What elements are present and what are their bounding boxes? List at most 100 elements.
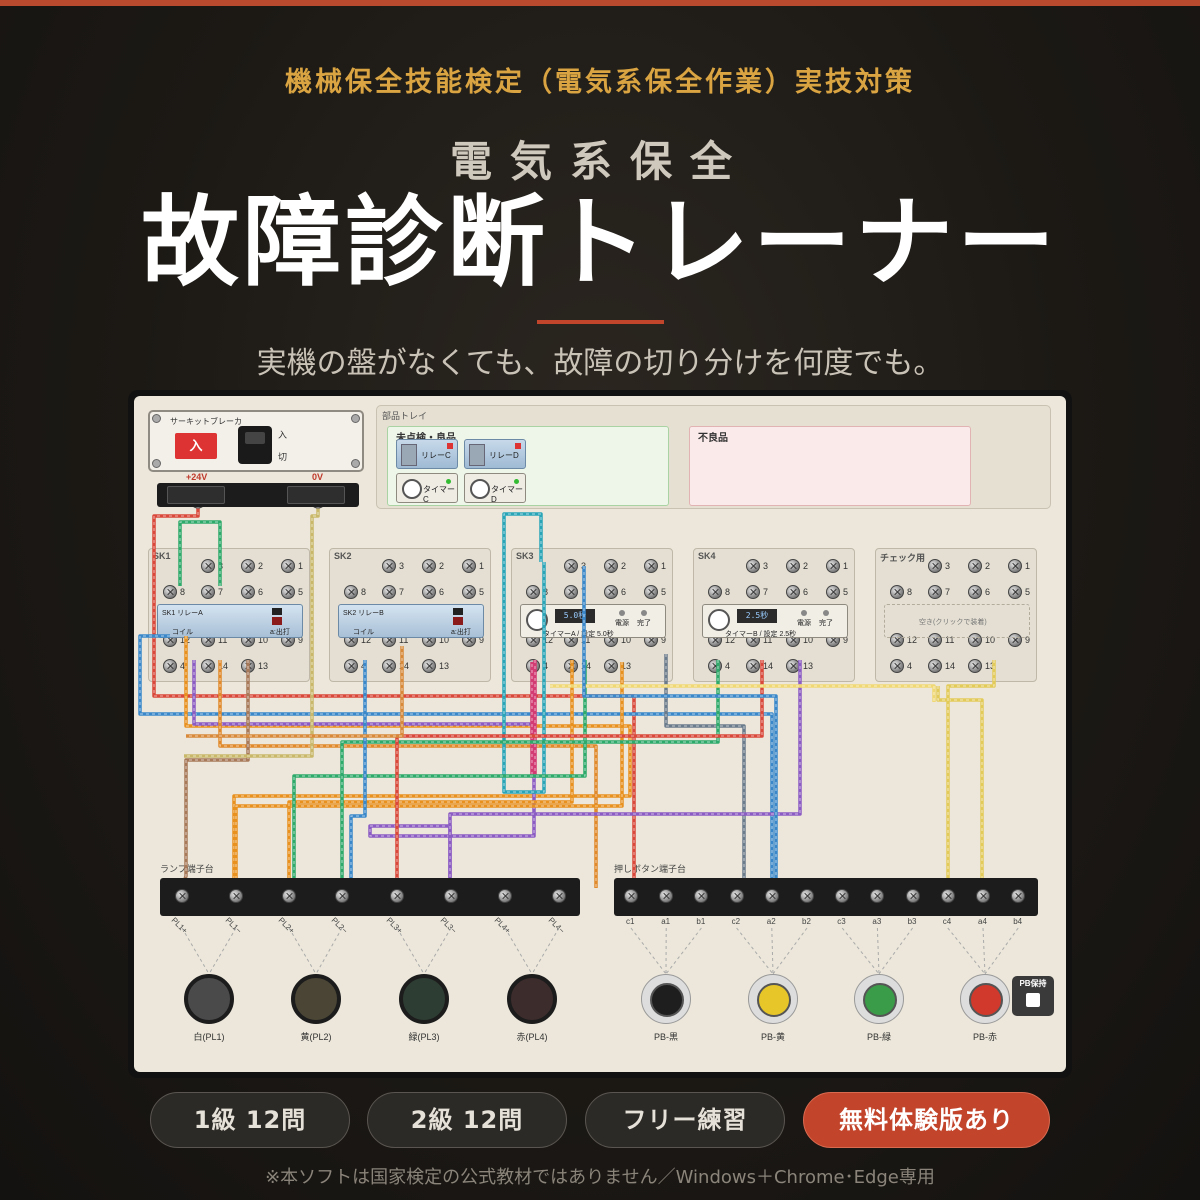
- grade2-button[interactable]: 2級 12問: [367, 1092, 567, 1148]
- push-button[interactable]: [854, 974, 904, 1024]
- push-button-cap[interactable]: [757, 983, 791, 1017]
- timer-device[interactable]: 2.5秒 電源 完了 タイマーB / 設定 2.5秒: [702, 604, 848, 638]
- socket-terminal[interactable]: [746, 585, 760, 599]
- socket-terminal[interactable]: [344, 659, 358, 673]
- relay-device[interactable]: SK1 リレーA コイル a:出打: [157, 604, 303, 638]
- pb-terminal[interactable]: [800, 889, 814, 903]
- done-indicator: [641, 610, 647, 616]
- timer-device[interactable]: 5.0秒 電源 完了 タイマーA / 設定 5.0秒: [520, 604, 666, 638]
- lamp-terminal[interactable]: [175, 889, 189, 903]
- pb-terminal[interactable]: [764, 889, 779, 903]
- part-timer-d[interactable]: タイマーD: [464, 473, 526, 504]
- socket-terminal[interactable]: [890, 659, 904, 673]
- button-link: [982, 927, 986, 975]
- socket-terminal[interactable]: [281, 559, 295, 573]
- socket-terminal[interactable]: [968, 585, 982, 599]
- relay-icon: [469, 444, 485, 466]
- socket-terminal[interactable]: [968, 559, 982, 573]
- socket-terminal[interactable]: [241, 585, 255, 599]
- part-relay-c[interactable]: リレーC: [396, 439, 458, 469]
- push-button-cap[interactable]: [650, 983, 684, 1017]
- socket-terminal[interactable]: [826, 585, 840, 599]
- tray-good-area[interactable]: 未点検・良品 リレーC リレーD タイマーC: [387, 426, 669, 506]
- socket-terminal[interactable]: [422, 559, 436, 573]
- pb-terminal[interactable]: [940, 889, 955, 903]
- breaker-on-button[interactable]: 入: [175, 433, 217, 459]
- socket-terminal[interactable]: [163, 585, 177, 599]
- pb-hold-toggle[interactable]: PB保持: [1012, 976, 1054, 1016]
- part-relay-d[interactable]: リレーD: [464, 439, 526, 469]
- socket-terminal[interactable]: [786, 585, 800, 599]
- socket-terminal[interactable]: [382, 559, 396, 573]
- socket-terminal[interactable]: [564, 585, 578, 599]
- socket-terminal[interactable]: [786, 559, 800, 573]
- tray-bad-label: 不良品: [698, 433, 728, 444]
- socket-terminal[interactable]: [928, 585, 942, 599]
- socket-terminal[interactable]: [746, 559, 760, 573]
- socket-terminal[interactable]: [382, 659, 396, 673]
- tray-bad-area[interactable]: 不良品: [689, 426, 971, 506]
- free-practice-button[interactable]: フリー練習: [585, 1092, 785, 1148]
- socket-terminal[interactable]: [928, 659, 942, 673]
- socket-terminal[interactable]: [462, 585, 476, 599]
- socket-terminal[interactable]: [644, 585, 658, 599]
- socket-terminal[interactable]: [526, 585, 540, 599]
- socket-terminal[interactable]: [382, 585, 396, 599]
- wire: [287, 660, 574, 888]
- push-button[interactable]: [960, 974, 1010, 1024]
- terminal-number: 6: [439, 587, 445, 597]
- grade1-button[interactable]: 1級 12問: [150, 1092, 350, 1148]
- socket-terminal[interactable]: [746, 659, 760, 673]
- socket-terminal[interactable]: [163, 659, 177, 673]
- socket-terminal[interactable]: [890, 585, 904, 599]
- push-button-cap[interactable]: [969, 983, 1003, 1017]
- socket-terminal[interactable]: [644, 559, 658, 573]
- lamp-terminal[interactable]: [229, 889, 243, 903]
- empty-slot[interactable]: 空き(クリックで装着): [884, 604, 1030, 638]
- socket-terminal[interactable]: [564, 559, 578, 573]
- socket-terminal[interactable]: [526, 659, 540, 673]
- lamp-terminal[interactable]: [444, 889, 458, 903]
- socket-terminal[interactable]: [786, 659, 800, 673]
- free-trial-button[interactable]: 無料体験版あり: [803, 1092, 1050, 1148]
- push-button-cap[interactable]: [863, 983, 897, 1017]
- breaker-lever[interactable]: [238, 426, 272, 464]
- socket-terminal[interactable]: [241, 659, 255, 673]
- lamp-terminal[interactable]: [390, 889, 404, 903]
- socket-terminal[interactable]: [604, 585, 618, 599]
- socket-terminal[interactable]: [928, 559, 942, 573]
- lamp-terminal[interactable]: [552, 889, 566, 903]
- socket-terminal[interactable]: [462, 559, 476, 573]
- socket-terminal[interactable]: [564, 659, 578, 673]
- lamp-terminal[interactable]: [335, 889, 349, 903]
- socket-terminal[interactable]: [968, 659, 982, 673]
- push-button[interactable]: [748, 974, 798, 1024]
- socket-terminal[interactable]: [604, 659, 618, 673]
- part-timer-c[interactable]: タイマーC: [396, 473, 458, 504]
- socket-terminal[interactable]: [201, 559, 215, 573]
- socket-terminal[interactable]: [201, 659, 215, 673]
- socket-terminal[interactable]: [708, 585, 722, 599]
- socket-terminal[interactable]: [422, 585, 436, 599]
- socket-terminal[interactable]: [201, 585, 215, 599]
- pb-terminal[interactable]: [729, 889, 744, 903]
- pb-terminal[interactable]: [976, 889, 990, 903]
- socket-terminal[interactable]: [344, 585, 358, 599]
- terminal-number: 1: [479, 561, 485, 571]
- socket-terminal[interactable]: [241, 559, 255, 573]
- lamp-terminal[interactable]: [282, 889, 296, 903]
- socket-terminal[interactable]: [708, 659, 722, 673]
- relay-device[interactable]: SK2 リレーB コイル a:出打: [338, 604, 484, 638]
- pb-terminal[interactable]: [624, 889, 638, 903]
- pb-terminal[interactable]: [905, 889, 920, 903]
- socket-terminal[interactable]: [1008, 559, 1022, 573]
- socket-terminal[interactable]: [422, 659, 436, 673]
- lamp-link: [504, 927, 533, 975]
- socket-terminal[interactable]: [826, 559, 840, 573]
- push-button[interactable]: [641, 974, 691, 1024]
- socket-terminal[interactable]: [281, 585, 295, 599]
- socket-terminal[interactable]: [604, 559, 618, 573]
- lamp-terminal[interactable]: [498, 889, 512, 903]
- checkbox-icon[interactable]: [1026, 993, 1040, 1007]
- socket-terminal[interactable]: [1008, 585, 1022, 599]
